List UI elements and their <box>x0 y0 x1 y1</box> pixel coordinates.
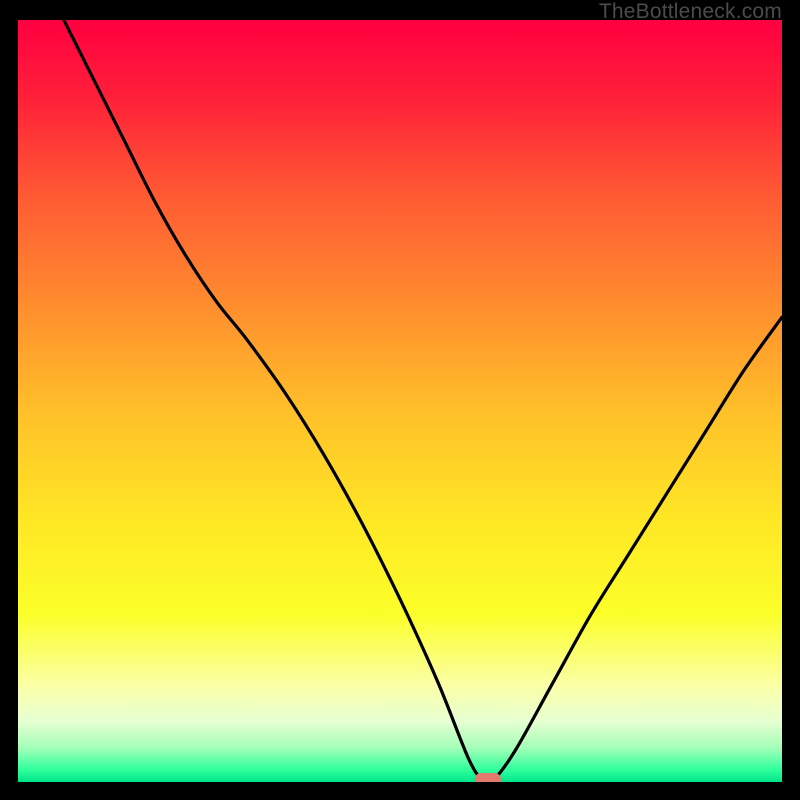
watermark-text: TheBottleneck.com <box>599 0 782 24</box>
plot-area <box>18 20 782 782</box>
gradient-background <box>18 20 782 782</box>
bottleneck-chart <box>18 20 782 782</box>
optimal-marker <box>475 773 501 782</box>
chart-frame: TheBottleneck.com <box>0 0 800 800</box>
